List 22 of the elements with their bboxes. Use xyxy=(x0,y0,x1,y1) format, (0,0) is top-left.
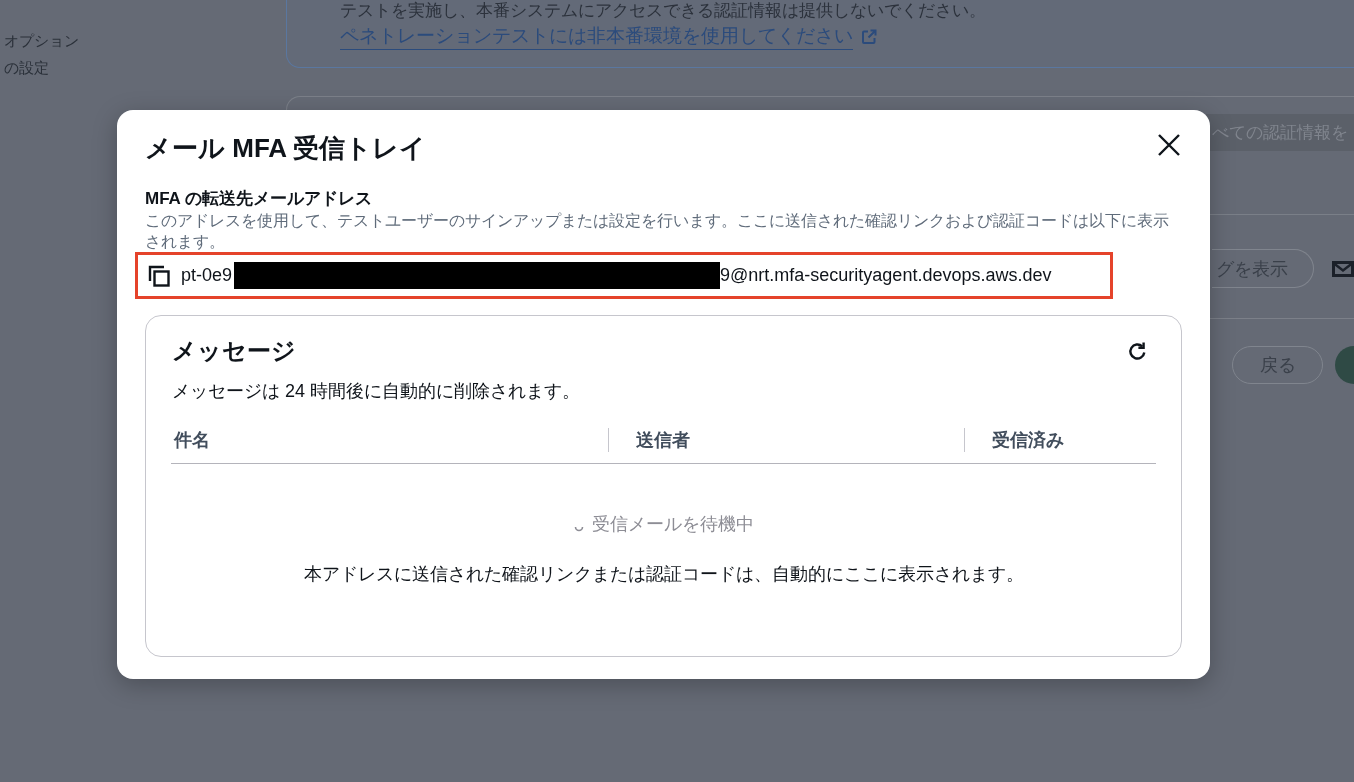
close-button[interactable] xyxy=(1158,134,1180,156)
external-link-icon xyxy=(861,28,877,45)
address-description: このアドレスを使用して、テストユーザーのサインアップまたは設定を行います。ここに送信された確認リンクおよび認証コードは以下に表示されます。 xyxy=(145,211,1170,252)
email-address: pt-0e9 xyxy=(181,265,233,286)
notice-link[interactable]: ペネトレーションテストには非本番環境を使用してください xyxy=(340,23,877,50)
empty-state-hint: 本アドレスに送信された確認リンクまたは認証コードは、自動的にここに表示されます。 xyxy=(303,563,1024,586)
email-address: 9@nrt.mfa-securityagent.devops.aws.dev xyxy=(720,265,1052,286)
retention-note: メッセージは 24 時間後に自動的に削除されます。 xyxy=(172,380,582,403)
notice-text: テストを実施し、本番システムにアクセスできる認証情報は提供しないでください。 xyxy=(340,0,987,21)
refresh-icon xyxy=(1127,340,1148,362)
modal-title: メール MFA 受信トレイ xyxy=(145,132,427,164)
copy-button[interactable] xyxy=(148,264,170,287)
close-icon xyxy=(1158,134,1180,156)
column-header: 受信済み xyxy=(992,428,1064,452)
panel-title: メッセージ xyxy=(172,337,296,366)
column-header: 件名 xyxy=(174,428,210,452)
refresh-button[interactable] xyxy=(1127,340,1148,362)
copy-icon xyxy=(148,264,170,287)
column-header: 送信者 xyxy=(636,428,690,452)
mail-icon[interactable] xyxy=(1332,260,1354,277)
loading-status: 受信メールを待機中 xyxy=(591,513,754,536)
address-label: MFA の転送先メールアドレス xyxy=(145,188,373,210)
